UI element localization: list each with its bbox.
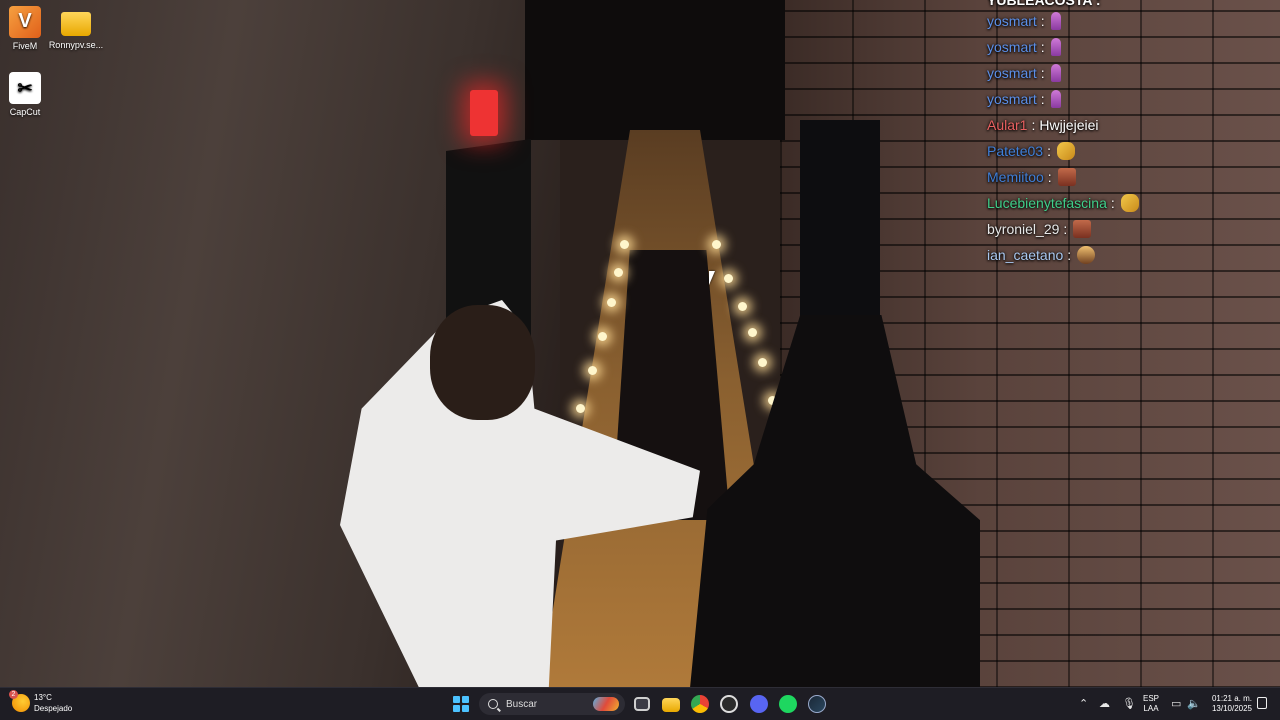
chat-message: yosmart:: [987, 8, 1267, 34]
chat-separator: :: [1040, 39, 1045, 55]
picture-emote-icon: [1077, 246, 1096, 264]
chat-separator: :: [1040, 65, 1045, 81]
start-button[interactable]: [453, 696, 469, 712]
desktop-icon-label: CapCut: [9, 107, 41, 117]
ceiling: [525, 0, 785, 140]
desktop-icon-capcut[interactable]: ✂ CapCut: [0, 72, 56, 117]
steam-icon[interactable]: [808, 695, 826, 713]
chat-username: Aular1: [987, 117, 1028, 133]
weather-widget[interactable]: 2 13°C Despejado: [9, 690, 73, 714]
floor-light: [607, 298, 616, 307]
chat-username: Memiitoo: [987, 169, 1044, 185]
windows-logo-icon: [453, 696, 460, 703]
chat-username: ian_caetano: [987, 247, 1064, 263]
chat-message: Lucebienytefascina:: [987, 190, 1267, 216]
floor-light: [576, 404, 585, 413]
floor-light: [588, 366, 597, 375]
cloud-icon[interactable]: ☁: [1099, 697, 1110, 711]
figure-emote-icon: [1050, 38, 1061, 56]
stream-chat-overlay: YUBLEACOSTA : yosmart: yosmart: yosmart: yo…: [987, 0, 1267, 268]
praying-hands-emote-icon: [1056, 142, 1075, 160]
figure-emote-icon: [1050, 90, 1061, 108]
github-icon[interactable]: [720, 695, 738, 713]
chat-separator: :: [1040, 91, 1045, 107]
keyboard-layout: LAA: [1143, 704, 1159, 713]
man-head: [430, 305, 535, 420]
desktop-icon-folder[interactable]: Ronnypv.se...: [45, 6, 107, 50]
chat-message: yosmart:: [987, 34, 1267, 60]
mouse-cursor: [709, 271, 715, 285]
clock-date: 13/10/2025: [1211, 704, 1252, 713]
chat-message: ian_caetano:: [987, 242, 1267, 268]
fivem-icon: [9, 6, 41, 38]
capcut-icon: ✂: [9, 72, 41, 104]
chat-username: yosmart: [987, 13, 1037, 29]
floor-light: [738, 302, 747, 311]
chat-username: yosmart: [987, 65, 1037, 81]
chat-username: YUBLEACOSTA :: [987, 0, 1101, 8]
chat-separator: :: [1063, 221, 1068, 237]
floor-light: [598, 332, 607, 341]
spotify-icon[interactable]: [779, 695, 797, 713]
figure-emote-icon: [1050, 64, 1061, 82]
desktop-icon-label: Ronnypv.se...: [48, 40, 104, 50]
floor-light: [712, 240, 721, 249]
chrome-icon[interactable]: [691, 695, 709, 713]
figure-emote-icon: [1050, 12, 1061, 30]
chat-separator: :: [1110, 195, 1115, 211]
floor-light: [620, 240, 629, 249]
praying-hands-emote-icon: [1120, 194, 1139, 212]
floor-light: [724, 274, 733, 283]
search-icon: [488, 699, 498, 709]
notification-bell-icon[interactable]: [1257, 697, 1267, 709]
floor-light: [614, 268, 623, 277]
chat-separator: :: [1067, 247, 1072, 263]
taskbar-search[interactable]: Buscar: [479, 693, 625, 715]
file-explorer-icon[interactable]: [662, 698, 680, 712]
chat-text: Hwjjejeiei: [1039, 117, 1099, 133]
folder-icon: [61, 12, 91, 36]
language-indicator[interactable]: ESP LAA: [1143, 694, 1159, 714]
chat-message: Patete03:: [987, 138, 1267, 164]
language-code: ESP: [1143, 694, 1160, 703]
chat-separator: :: [1047, 143, 1051, 159]
sun-icon: 2: [9, 690, 30, 712]
face-emote-icon: [1073, 220, 1092, 238]
chat-separator: :: [1031, 117, 1036, 133]
discord-icon[interactable]: [750, 695, 768, 713]
search-placeholder: Buscar: [506, 698, 538, 710]
volume-icon[interactable]: 🔈: [1187, 697, 1201, 711]
chat-username: yosmart: [987, 91, 1037, 107]
chat-separator: :: [1040, 13, 1045, 29]
show-hidden-icons-chevron-icon[interactable]: ⌃: [1079, 697, 1088, 711]
chat-username: byroniel_29: [987, 221, 1060, 237]
exit-sign-light: [470, 90, 498, 136]
weather-temp: 13°C: [34, 693, 52, 702]
chat-username: Patete03: [987, 143, 1044, 159]
chat-separator: :: [1047, 169, 1052, 185]
taskbar: 2 13°C Despejado Buscar ⌃ ☁ 🎙 ESP LAA ▭ …: [0, 687, 1280, 720]
weather-badge: 2: [9, 690, 18, 699]
chat-message: Aular1: Hwjjejeiei: [987, 112, 1267, 138]
chat-message: yosmart:: [987, 60, 1267, 86]
task-view-icon[interactable]: [634, 697, 650, 711]
chat-username: yosmart: [987, 39, 1037, 55]
clock-time: 01:21 a. m.: [1211, 694, 1252, 703]
floor-light: [748, 328, 757, 337]
floor-light: [758, 358, 767, 367]
chat-message: byroniel_29:: [987, 216, 1267, 242]
system-clock[interactable]: 01:21 a. m. 13/10/2025: [1206, 694, 1252, 714]
search-highlight-icon: [593, 697, 619, 711]
weather-condition: Despejado: [34, 704, 73, 713]
chat-username: Lucebienytefascina: [987, 195, 1107, 211]
chat-message: yosmart:: [987, 86, 1267, 112]
chat-message: YUBLEACOSTA :: [987, 0, 1267, 8]
microphone-icon[interactable]: 🎙: [1122, 697, 1136, 711]
face-emote-icon: [1057, 168, 1076, 186]
network-icon[interactable]: ▭: [1171, 697, 1181, 711]
chat-message: Memiitoo:: [987, 164, 1267, 190]
